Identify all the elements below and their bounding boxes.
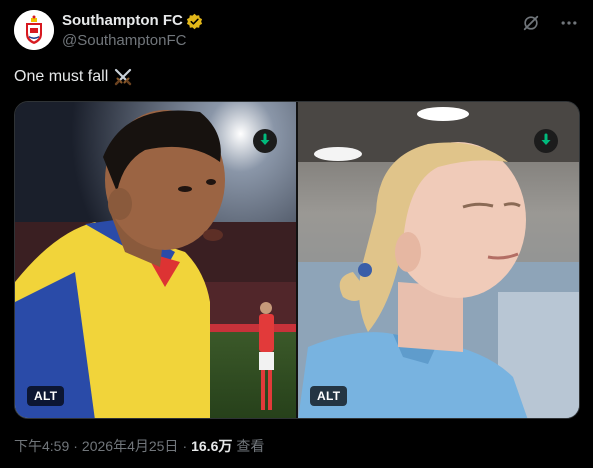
download-icon[interactable] <box>534 129 558 153</box>
handle[interactable]: @SouthamptonFC <box>62 31 203 51</box>
crossed-swords-icon <box>113 67 133 87</box>
verified-badge-icon <box>186 13 203 30</box>
display-name[interactable]: Southampton FC <box>62 11 183 31</box>
meta-separator: · <box>182 438 188 454</box>
tweet-text: One must fall <box>14 66 133 88</box>
tweet-header: Southampton FC @SouthamptonFC <box>14 10 579 54</box>
tweet-time[interactable]: 下午4:59 <box>14 436 69 456</box>
views-count: 16.6万 <box>191 438 233 454</box>
tweet-meta: 下午4:59 · 2026年4月25日 · 16.6万 查看 <box>14 436 264 456</box>
tweet-date[interactable]: 2026年4月25日 <box>82 436 179 456</box>
views-label: 查看 <box>236 438 265 454</box>
meta-separator: · <box>73 438 78 454</box>
download-icon[interactable] <box>253 129 277 153</box>
media-image-right[interactable]: ALT <box>298 102 579 418</box>
media-grid: ALT ALT <box>14 101 580 419</box>
avatar[interactable] <box>14 10 54 50</box>
media-image-left[interactable]: ALT <box>15 102 296 418</box>
grok-icon[interactable] <box>521 13 541 33</box>
alt-badge-left[interactable]: ALT <box>27 386 65 406</box>
more-icon[interactable] <box>559 13 579 33</box>
tweet-text-content: One must fall <box>14 68 109 85</box>
alt-badge-right[interactable]: ALT <box>310 386 348 406</box>
